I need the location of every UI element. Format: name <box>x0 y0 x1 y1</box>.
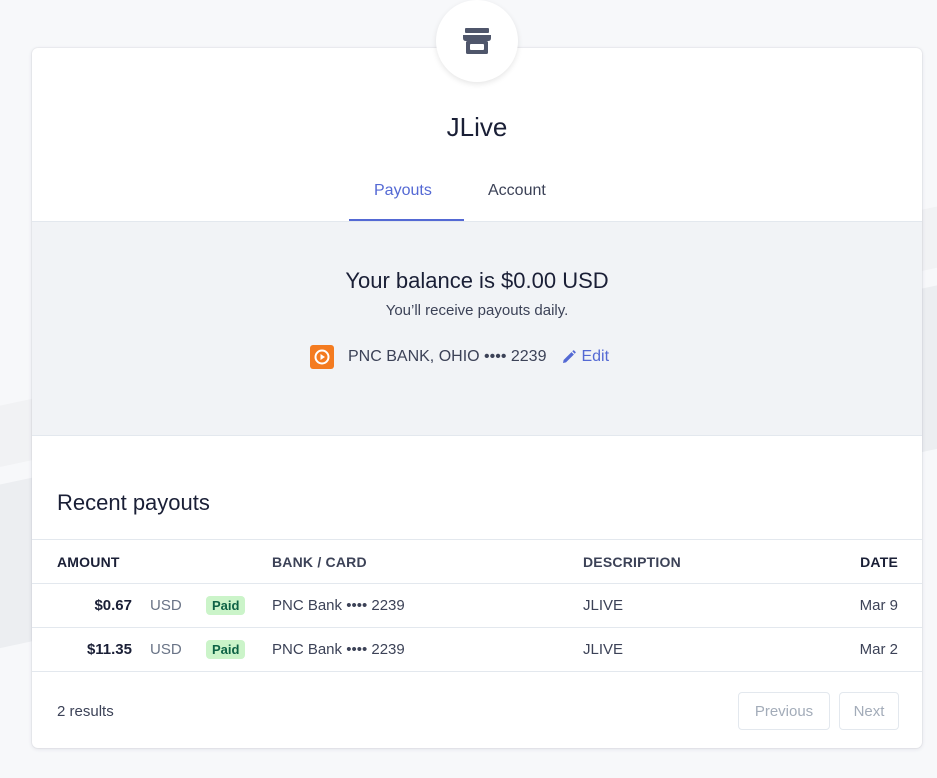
bank-logo-icon <box>310 345 334 369</box>
column-header-bank[interactable]: BANK / CARD <box>272 539 583 584</box>
payout-bank: PNC Bank •••• 2239 <box>272 583 583 628</box>
payout-currency: USD <box>132 627 184 672</box>
payout-date: Mar 9 <box>833 583 922 628</box>
table-row[interactable]: $11.35 USD Paid PNC Bank •••• 2239 JLIVE… <box>32 627 922 672</box>
merchant-name: JLive <box>446 112 508 142</box>
status-badge: Paid <box>206 640 246 659</box>
status-cell: Paid <box>184 583 272 628</box>
column-header-currency <box>132 539 184 584</box>
balance-panel: Your balance is $0.00 USD You’ll receive… <box>32 222 922 436</box>
status-cell: Paid <box>184 627 272 672</box>
tab-bar: Payouts Account <box>32 166 922 222</box>
next-page-button[interactable]: Next <box>839 692 899 730</box>
column-header-description[interactable]: DESCRIPTION <box>583 539 833 584</box>
pencil-icon <box>563 350 577 363</box>
column-header-amount[interactable]: AMOUNT <box>32 539 132 584</box>
merchant-avatar <box>436 0 518 82</box>
table-header-row: AMOUNT BANK / CARD DESCRIPTION DATE <box>32 539 922 584</box>
tab-account[interactable]: Account <box>488 182 546 200</box>
previous-page-button[interactable]: Previous <box>738 692 830 730</box>
payouts-table: AMOUNT BANK / CARD DESCRIPTION DATE $0.6… <box>32 539 922 672</box>
status-badge: Paid <box>206 596 246 615</box>
recent-payouts-title: Recent payouts <box>57 490 210 515</box>
edit-label: Edit <box>581 348 610 365</box>
payout-date: Mar 2 <box>833 627 922 672</box>
payout-bank: PNC Bank •••• 2239 <box>272 627 583 672</box>
payout-amount: $0.67 <box>32 583 132 628</box>
bank-account-row: PNC BANK, OHIO •••• 2239 Edit <box>310 344 609 370</box>
payout-currency: USD <box>132 583 184 628</box>
storefront-icon <box>463 28 491 54</box>
tab-payouts[interactable]: Payouts <box>374 182 432 200</box>
payout-amount: $11.35 <box>32 627 132 672</box>
bank-account-label: PNC BANK, OHIO •••• 2239 <box>348 348 547 365</box>
table-row[interactable]: $0.67 USD Paid PNC Bank •••• 2239 JLIVE … <box>32 583 922 628</box>
edit-bank-button[interactable]: Edit <box>562 348 609 366</box>
active-tab-indicator <box>349 219 464 221</box>
payout-description: JLIVE <box>583 627 833 672</box>
column-header-date[interactable]: DATE <box>833 539 922 584</box>
result-count: 2 results <box>57 703 114 720</box>
payout-description: JLIVE <box>583 583 833 628</box>
balance-headline: Your balance is $0.00 USD <box>345 268 609 293</box>
column-header-status <box>184 539 272 584</box>
payout-schedule: You’ll receive payouts daily. <box>385 302 569 319</box>
